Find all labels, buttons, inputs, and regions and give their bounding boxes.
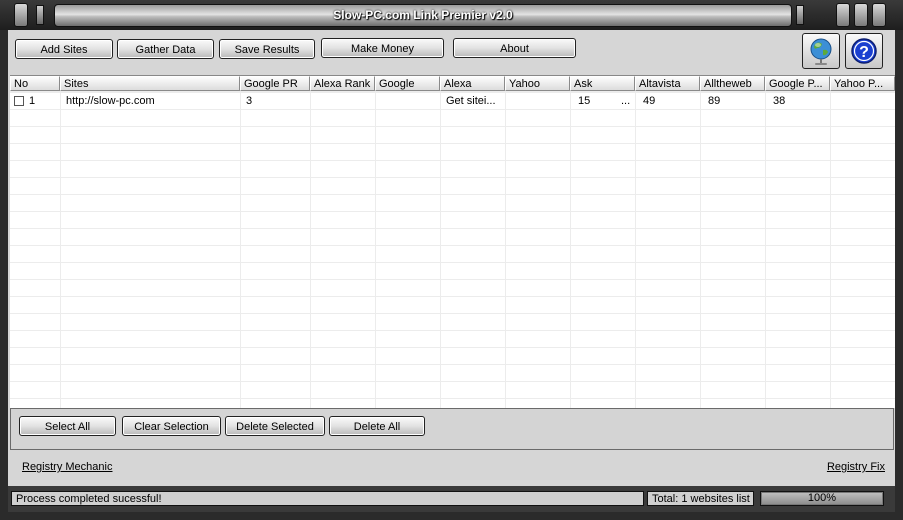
- help-button[interactable]: ?: [845, 33, 883, 69]
- cell-google-p: 38: [773, 95, 786, 107]
- empty-row: [10, 212, 895, 229]
- row-checkbox[interactable]: [14, 96, 24, 106]
- cell-alexa-rank: [313, 93, 316, 109]
- empty-row: [10, 229, 895, 246]
- empty-row: [10, 110, 895, 127]
- empty-row: [10, 365, 895, 382]
- column-header-alexa[interactable]: Alexa: [440, 76, 505, 91]
- column-header-altavista[interactable]: Altavista: [635, 76, 700, 91]
- title-bar-grip-right: [796, 5, 804, 25]
- progress-bar: 100%: [760, 491, 884, 506]
- cell-yahoo-p: [833, 93, 836, 109]
- sites-table[interactable]: No Sites Google PR Alexa Rank Google Ale…: [10, 75, 895, 408]
- status-total: Total: 1 websites list: [647, 491, 754, 506]
- empty-row: [10, 178, 895, 195]
- select-all-button[interactable]: Select All: [19, 416, 116, 436]
- progress-label: 100%: [807, 492, 837, 504]
- empty-row: [10, 161, 895, 178]
- cell-google-pr: 3: [246, 95, 253, 107]
- empty-row: [10, 144, 895, 161]
- cell-ask-ellipsis: ...: [621, 95, 631, 107]
- gather-data-button[interactable]: Gather Data: [117, 39, 214, 59]
- status-bar: Process completed sucessful! Total: 1 we…: [8, 486, 895, 512]
- cell-no: 1: [29, 95, 36, 107]
- empty-row: [10, 297, 895, 314]
- main-panel: Add Sites Gather Data Save Results Make …: [8, 30, 895, 486]
- save-results-button[interactable]: Save Results: [219, 39, 315, 59]
- column-header-google-pr[interactable]: Google PR: [240, 76, 310, 91]
- column-header-ask[interactable]: Ask: [570, 76, 635, 91]
- title-bar-grip: [36, 5, 44, 25]
- svg-text:?: ?: [859, 44, 869, 61]
- column-header-google[interactable]: Google: [375, 76, 440, 91]
- about-button[interactable]: About: [453, 38, 576, 58]
- column-header-yahoo[interactable]: Yahoo: [505, 76, 570, 91]
- cell-yahoo: [508, 93, 511, 109]
- empty-row: [10, 246, 895, 263]
- status-message: Process completed sucessful!: [11, 491, 644, 506]
- close-button[interactable]: [872, 3, 886, 27]
- globe-button[interactable]: [802, 33, 840, 69]
- delete-selected-button[interactable]: Delete Selected: [225, 416, 325, 436]
- cell-alexa: Get sitei...: [446, 95, 496, 107]
- empty-row: [10, 127, 895, 144]
- column-header-yahoo-p[interactable]: Yahoo P...: [830, 76, 895, 91]
- maximize-button[interactable]: [854, 3, 868, 27]
- column-header-alltheweb[interactable]: Alltheweb: [700, 76, 765, 91]
- minimize-button[interactable]: [836, 3, 850, 27]
- empty-row: [10, 348, 895, 365]
- empty-row: [10, 195, 895, 212]
- window-title: Slow-PC.com Link Premier v2.0: [54, 4, 792, 27]
- empty-row: [10, 280, 895, 297]
- cell-altavista: 49: [643, 95, 656, 107]
- delete-all-button[interactable]: Delete All: [329, 416, 425, 436]
- empty-row: [10, 331, 895, 348]
- column-header-sites[interactable]: Sites: [60, 76, 240, 91]
- empty-row: [10, 382, 895, 399]
- title-bar[interactable]: Slow-PC.com Link Premier v2.0: [0, 0, 903, 30]
- empty-row: [10, 263, 895, 280]
- table-header: No Sites Google PR Alexa Rank Google Ale…: [10, 76, 895, 93]
- add-sites-button[interactable]: Add Sites: [15, 39, 113, 59]
- registry-mechanic-link[interactable]: Registry Mechanic: [22, 461, 112, 473]
- column-header-no[interactable]: No: [10, 76, 60, 91]
- table-row[interactable]: 1 http://slow-pc.com 3 Get sitei... 15 .…: [10, 93, 895, 110]
- cell-site: http://slow-pc.com: [66, 95, 155, 107]
- clear-selection-button[interactable]: Clear Selection: [122, 416, 221, 436]
- cell-ask: 15: [578, 95, 591, 107]
- globe-icon: [810, 38, 832, 65]
- column-header-alexa-rank[interactable]: Alexa Rank: [310, 76, 375, 91]
- empty-row: [10, 314, 895, 331]
- cell-google: [378, 93, 381, 109]
- help-icon: ?: [851, 38, 877, 64]
- system-menu-button[interactable]: [14, 3, 28, 27]
- cell-alltheweb: 89: [708, 95, 721, 107]
- column-header-google-p[interactable]: Google P...: [765, 76, 830, 91]
- registry-fix-link[interactable]: Registry Fix: [827, 461, 885, 473]
- make-money-button[interactable]: Make Money: [321, 38, 444, 58]
